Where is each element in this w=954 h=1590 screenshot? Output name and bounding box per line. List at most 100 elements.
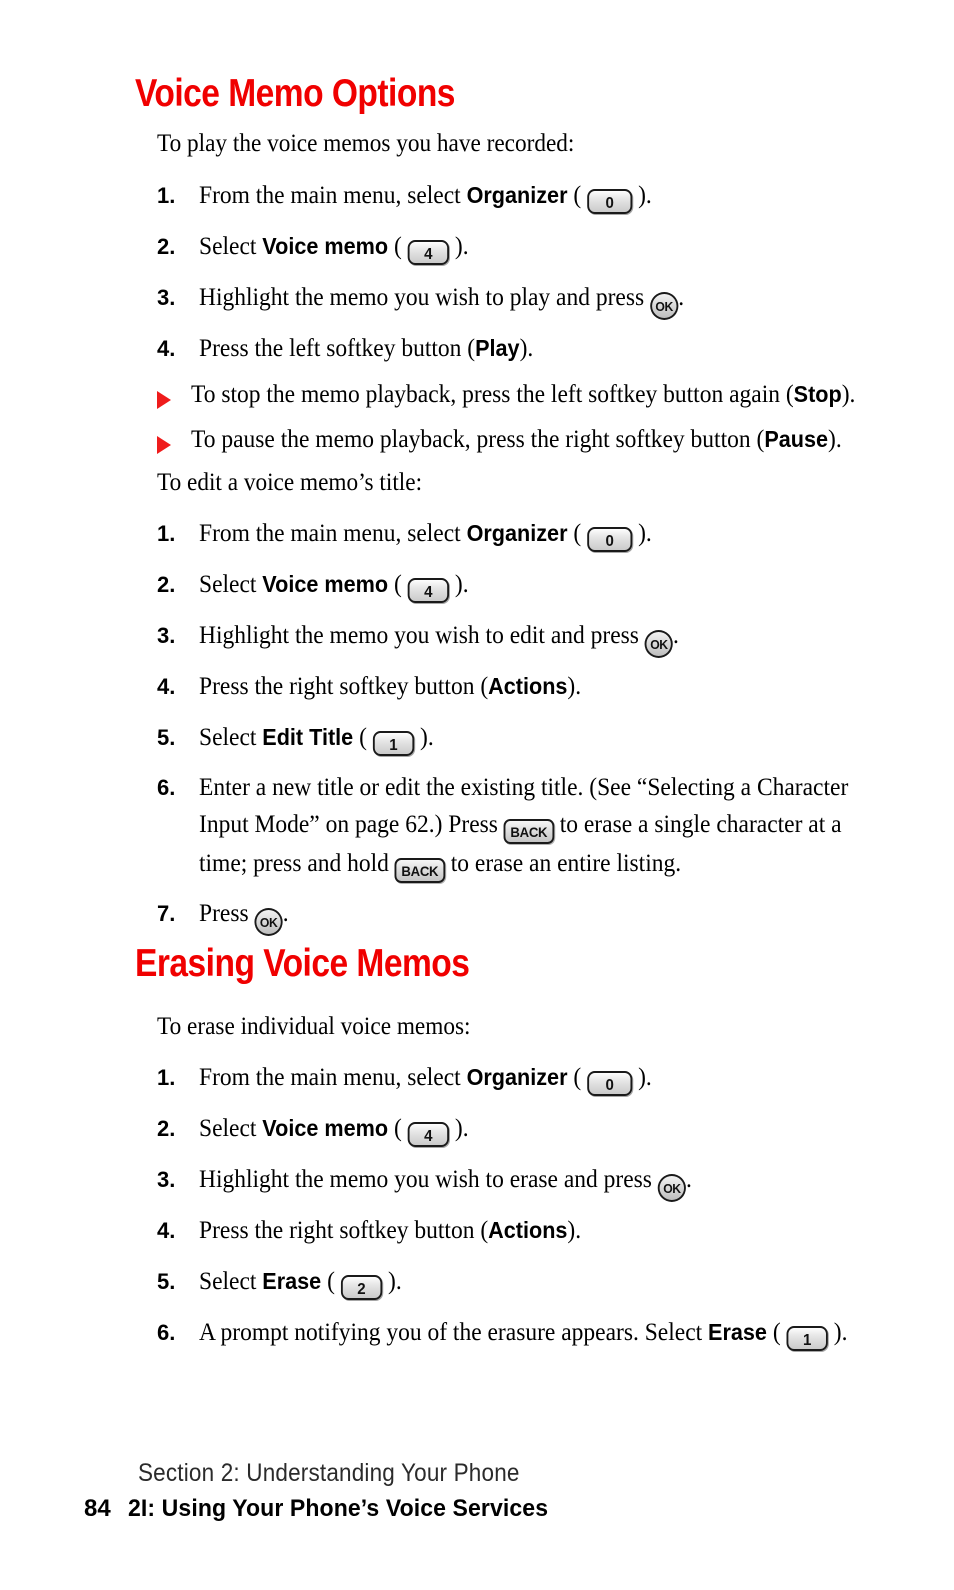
step-number: 2.	[157, 572, 176, 597]
step-text-bold: Organizer	[466, 520, 568, 546]
paren-close: .	[282, 900, 289, 927]
key-0-icon: 0	[587, 527, 633, 552]
bullet-text: To pause the memo playback, press the ri…	[191, 424, 902, 457]
intro-text-play-memos: To play the voice memos you have recorde…	[157, 130, 575, 157]
ok-key-icon: OK	[650, 292, 679, 320]
triangle-bullet-icon	[157, 424, 191, 464]
step-text-pre: Press	[199, 900, 255, 927]
list-item: 5. Select Edit Title ( 1 ).	[157, 722, 917, 756]
step-number: 5.	[157, 1269, 176, 1294]
bullet-text: To stop the memo playback, press the lef…	[191, 379, 902, 412]
step-text-line-1: Enter a new title or edit the existing t…	[199, 774, 849, 801]
list-item: 5. Select Erase ( 2 ).	[157, 1266, 917, 1300]
key-4-icon: 4	[407, 578, 450, 603]
paren-close: .	[678, 284, 685, 311]
step-text: Enter a new title or edit the existing t…	[199, 772, 902, 883]
list-item: 6. Enter a new title or edit the existin…	[157, 772, 947, 883]
list-item: To pause the memo playback, press the ri…	[157, 424, 947, 464]
step-text-pre: From the main menu, select	[199, 182, 467, 209]
list-item: 6. A prompt notifying you of the erasure…	[157, 1317, 947, 1351]
step-text-pre: Press the left softkey button (	[199, 335, 476, 362]
step-text: Highlight the memo you wish to edit and …	[199, 620, 874, 658]
bullet-text-pre: To stop the memo playback, press the lef…	[191, 381, 794, 408]
paren-close: ).	[567, 1217, 582, 1244]
step-text-line-3a: time; press and hold	[199, 849, 395, 877]
step-text: Press the right softkey button (Actions)…	[199, 671, 874, 704]
document-page: Voice Memo Options To play the voice mem…	[0, 0, 954, 1590]
ok-key-icon: OK	[657, 1174, 687, 1202]
paren-close: ).	[632, 1064, 652, 1091]
step-number: 4.	[157, 336, 176, 361]
step-text: Select Edit Title ( 1 ).	[199, 722, 874, 756]
step-number: 3.	[157, 623, 176, 648]
step-number: 5.	[157, 725, 176, 750]
key-1-icon: 1	[372, 731, 415, 756]
step-text-bold: Erase	[262, 1268, 322, 1294]
step-text-pre: Select	[199, 1268, 263, 1295]
step-number: 4.	[157, 674, 176, 699]
step-text-bold: Actions	[488, 1217, 568, 1243]
step-text-pre: From the main menu, select	[199, 520, 467, 547]
step-text-line-3: time; press and hold BACK to erase an en…	[199, 848, 902, 883]
footer-section-label: Section 2: Understanding Your Phone	[138, 1459, 520, 1487]
step-text: Highlight the memo you wish to play and …	[199, 282, 874, 320]
step-text-bold: Organizer	[466, 1064, 568, 1090]
step-text-bold: Voice memo	[262, 571, 389, 597]
key-4-icon: 4	[407, 1122, 450, 1147]
list-item: 2. Select Voice memo ( 4 ).	[157, 569, 917, 603]
paren-close: ).	[567, 673, 582, 700]
paren-close: ).	[827, 1319, 848, 1346]
bullet-text-post: ).	[828, 426, 842, 453]
step-text: Select Erase ( 2 ).	[199, 1266, 874, 1300]
ok-key-icon: OK	[254, 908, 283, 936]
paren-close: ).	[632, 182, 652, 209]
paren-close: ).	[519, 335, 534, 362]
paren-open: (	[567, 182, 588, 209]
step-number: 7.	[157, 901, 176, 926]
step-text: Press the right softkey button (Actions)…	[199, 1215, 874, 1248]
step-number: 4.	[157, 1218, 176, 1243]
step-text: Select Voice memo ( 4 ).	[199, 231, 874, 265]
paren-open: (	[388, 1115, 408, 1142]
paren-close: ).	[449, 571, 469, 598]
step-text: From the main menu, select Organizer ( 0…	[199, 180, 874, 214]
back-key-icon: BACK	[503, 818, 554, 844]
key-1-icon: 1	[786, 1326, 828, 1351]
list-item: 3. Highlight the memo you wish to edit a…	[157, 620, 917, 658]
list-item: 1. From the main menu, select Organizer …	[157, 518, 917, 552]
step-text-line-3b: to erase an entire listing.	[444, 849, 682, 877]
ok-key-icon: OK	[644, 630, 674, 658]
list-item: 1. From the main menu, select Organizer …	[157, 1062, 917, 1096]
paren-open: (	[388, 233, 408, 260]
step-text: Select Voice memo ( 4 ).	[199, 569, 874, 603]
page-title-voice-memo-options: Voice Memo Options	[135, 72, 455, 115]
list-item: 4. Press the left softkey button (Play).	[157, 333, 917, 366]
key-0-icon: 0	[587, 1071, 633, 1096]
step-text-bold: Edit Title	[262, 724, 354, 750]
step-text-bold: Actions	[488, 673, 568, 699]
triangle-bullet-icon	[157, 379, 191, 419]
paren-open: (	[388, 571, 408, 598]
step-text-pre: Select	[199, 571, 263, 598]
step-text-pre: Select	[199, 233, 263, 260]
step-text-line-2a: Input Mode” on page 62.) Press	[199, 810, 504, 838]
paren-open: (	[353, 724, 373, 751]
paren-close: ).	[382, 1268, 402, 1295]
step-text: A prompt notifying you of the erasure ap…	[199, 1317, 902, 1351]
step-number: 6.	[157, 775, 176, 800]
list-item: 2. Select Voice memo ( 4 ).	[157, 231, 917, 265]
paren-open: (	[766, 1319, 787, 1346]
bullet-text-bold: Pause	[764, 426, 829, 452]
paren-close: .	[673, 622, 679, 649]
key-4-icon: 4	[407, 240, 450, 265]
step-text-pre: Highlight the memo you wish to erase and…	[199, 1166, 658, 1193]
step-text-pre: A prompt notifying you of the erasure ap…	[199, 1319, 709, 1346]
step-text: Press the left softkey button (Play).	[199, 333, 874, 366]
paren-close: ).	[632, 520, 652, 547]
step-text-line-2b: to erase a single character at a	[553, 810, 842, 838]
list-item: 1. From the main menu, select Organizer …	[157, 180, 917, 214]
step-number: 1.	[157, 183, 176, 208]
key-2-icon: 2	[340, 1275, 383, 1300]
step-text-bold: Organizer	[466, 182, 568, 208]
step-number: 1.	[157, 1065, 176, 1090]
